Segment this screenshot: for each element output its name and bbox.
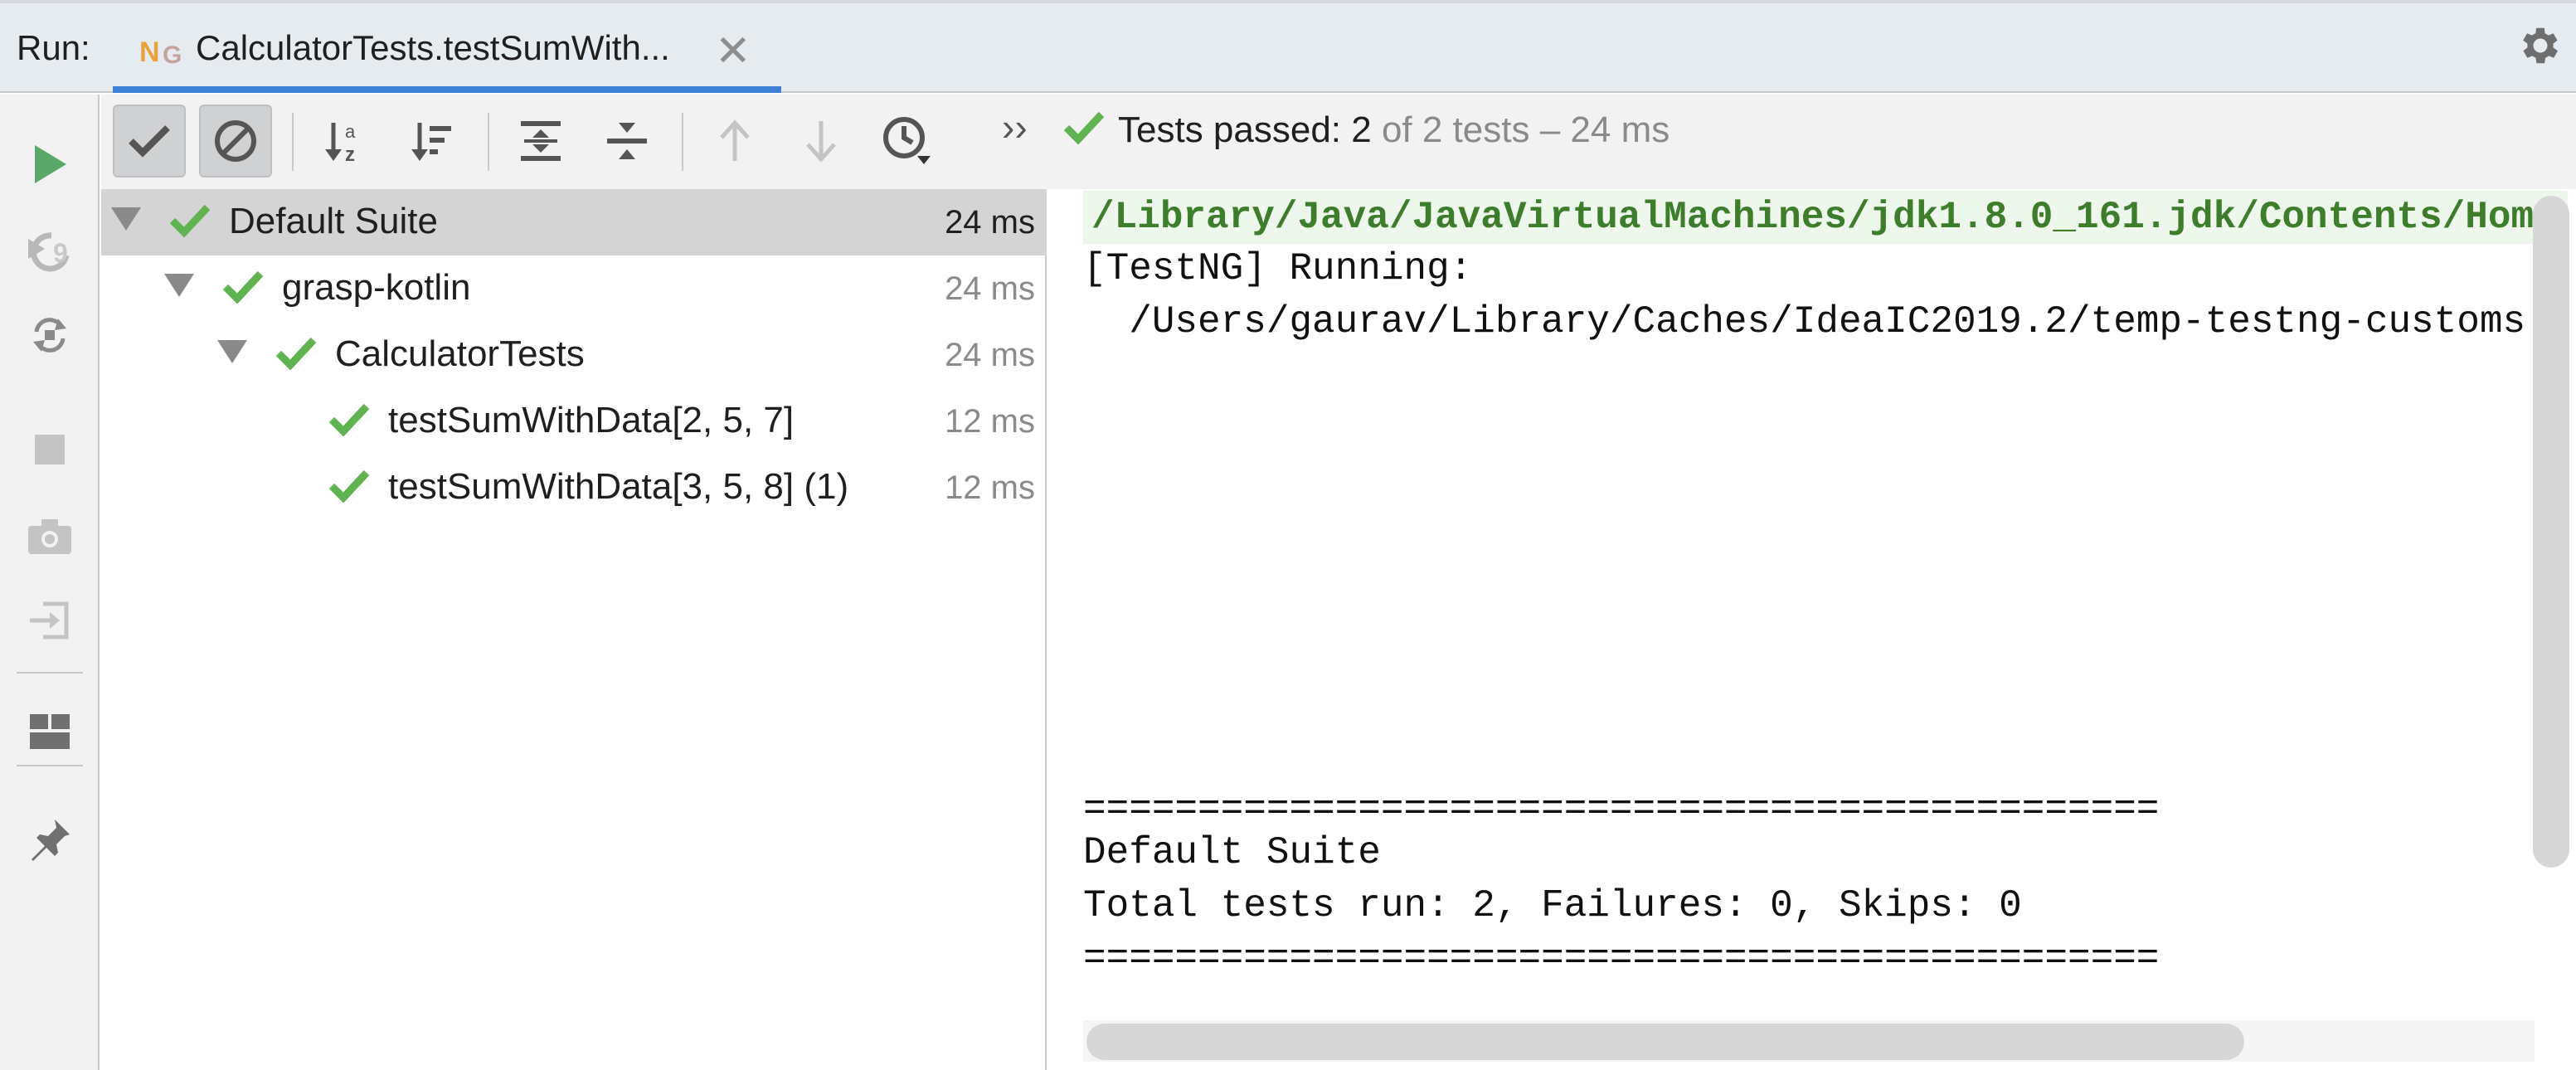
toolbar-separator	[682, 113, 683, 171]
svg-text:9: 9	[53, 238, 68, 268]
run-icon[interactable]	[23, 138, 76, 191]
testng-icon: NG	[139, 36, 183, 69]
run-label: Run:	[17, 28, 90, 67]
tree-item-duration: 12 ms	[945, 403, 1035, 440]
active-tab-indicator	[113, 86, 781, 93]
console-line: [TestNG] Running:	[1083, 247, 1473, 290]
console-separator: ========================================…	[1083, 788, 2160, 831]
passed-check-icon	[169, 204, 211, 241]
tests-passed-count: Tests passed: 2	[1118, 109, 1372, 150]
svg-text:z: z	[345, 143, 355, 164]
console-separator: ========================================…	[1083, 937, 2160, 980]
tab-calculator-tests[interactable]: NG CalculatorTests.testSumWith... ✕	[113, 15, 781, 93]
tree-item-duration: 24 ms	[945, 270, 1035, 307]
tests-total-duration: of 2 tests – 24 ms	[1371, 109, 1670, 150]
tree-row-test-sum-2[interactable]: testSumWithData[3, 5, 8] (1) 12 ms	[101, 455, 1047, 521]
horizontal-scrollbar[interactable]	[1086, 1024, 2244, 1060]
passed-check-icon	[328, 469, 370, 507]
collapse-all-icon[interactable]	[591, 105, 663, 178]
toolbar-separator	[292, 113, 294, 171]
test-status: Tests passed: 2 of 2 tests – 24 ms	[1118, 109, 1670, 151]
expand-arrow-icon[interactable]	[164, 274, 194, 297]
tree-item-label: CalculatorTests	[335, 333, 585, 374]
vertical-scrollbar[interactable]	[2533, 196, 2569, 868]
console-line: Default Suite	[1083, 831, 1381, 874]
console-line: /Users/gaurav/Library/Caches/IdeaIC2019.…	[1083, 300, 2526, 343]
toolbar-separator	[17, 765, 83, 766]
passed-check-icon	[222, 270, 264, 308]
toolbar-separator	[17, 672, 83, 674]
header-top-line	[0, 0, 2576, 3]
show-ignored-icon[interactable]	[199, 105, 272, 178]
tree-item-label: testSumWithData[3, 5, 8] (1)	[388, 466, 849, 507]
tree-item-duration: 24 ms	[945, 204, 1035, 241]
tree-item-label: grasp-kotlin	[282, 267, 471, 308]
svg-text:a: a	[345, 121, 356, 142]
toggle-auto-test-icon[interactable]	[23, 309, 76, 362]
passed-check-icon	[275, 337, 317, 374]
tree-item-duration: 12 ms	[945, 469, 1035, 506]
previous-failed-icon[interactable]	[698, 105, 771, 178]
rerun-failed-icon[interactable]: 9	[23, 224, 76, 277]
layout-icon[interactable]	[23, 705, 76, 758]
passed-check-icon	[328, 403, 370, 440]
stop-icon[interactable]	[23, 423, 76, 476]
tree-row-default-suite[interactable]: Default Suite 24 ms	[101, 189, 1047, 255]
console-command-line: /Library/Java/JavaVirtualMachines/jdk1.8…	[1083, 191, 2568, 244]
run-actions-toolbar: 9	[0, 95, 100, 1070]
tree-row-grasp-kotlin[interactable]: grasp-kotlin 24 ms	[101, 255, 1047, 322]
screenshot-icon[interactable]	[23, 509, 76, 562]
next-failed-icon[interactable]	[785, 105, 858, 178]
console-line: Total tests run: 2, Failures: 0, Skips: …	[1083, 884, 2022, 927]
pin-icon[interactable]	[23, 813, 76, 866]
show-passed-icon[interactable]	[113, 105, 186, 178]
expand-all-icon[interactable]	[504, 105, 577, 178]
expand-arrow-icon[interactable]	[217, 340, 247, 363]
test-tree: Default Suite 24 ms grasp-kotlin 24 ms C…	[101, 189, 1047, 1070]
sort-alphabetically-icon[interactable]: az	[309, 105, 382, 178]
more-actions-icon[interactable]: ››	[1002, 105, 1028, 149]
tree-row-test-sum-1[interactable]: testSumWithData[2, 5, 7] 12 ms	[101, 388, 1047, 455]
tree-item-label: Default Suite	[229, 201, 438, 241]
import-tests-icon[interactable]	[23, 594, 76, 647]
expand-arrow-icon[interactable]	[111, 207, 141, 231]
run-tool-window-header: Run: NG CalculatorTests.testSumWith... ✕	[0, 0, 2576, 93]
test-history-icon[interactable]	[871, 105, 944, 178]
tree-item-duration: 24 ms	[945, 337, 1035, 373]
passed-check-icon	[1063, 111, 1105, 148]
tab-title: CalculatorTests.testSumWith...	[196, 28, 670, 67]
tree-row-calculator-tests[interactable]: CalculatorTests 24 ms	[101, 322, 1047, 388]
gear-icon[interactable]	[2516, 22, 2564, 70]
tree-item-label: testSumWithData[2, 5, 7]	[388, 400, 795, 440]
console-output[interactable]: /Library/Java/JavaVirtualMachines/jdk1.8…	[1048, 189, 2576, 1070]
close-icon[interactable]: ✕	[715, 27, 751, 76]
toolbar-separator	[488, 113, 489, 171]
sort-by-duration-icon[interactable]	[395, 105, 468, 178]
test-tree-toolbar: az	[101, 95, 1047, 189]
